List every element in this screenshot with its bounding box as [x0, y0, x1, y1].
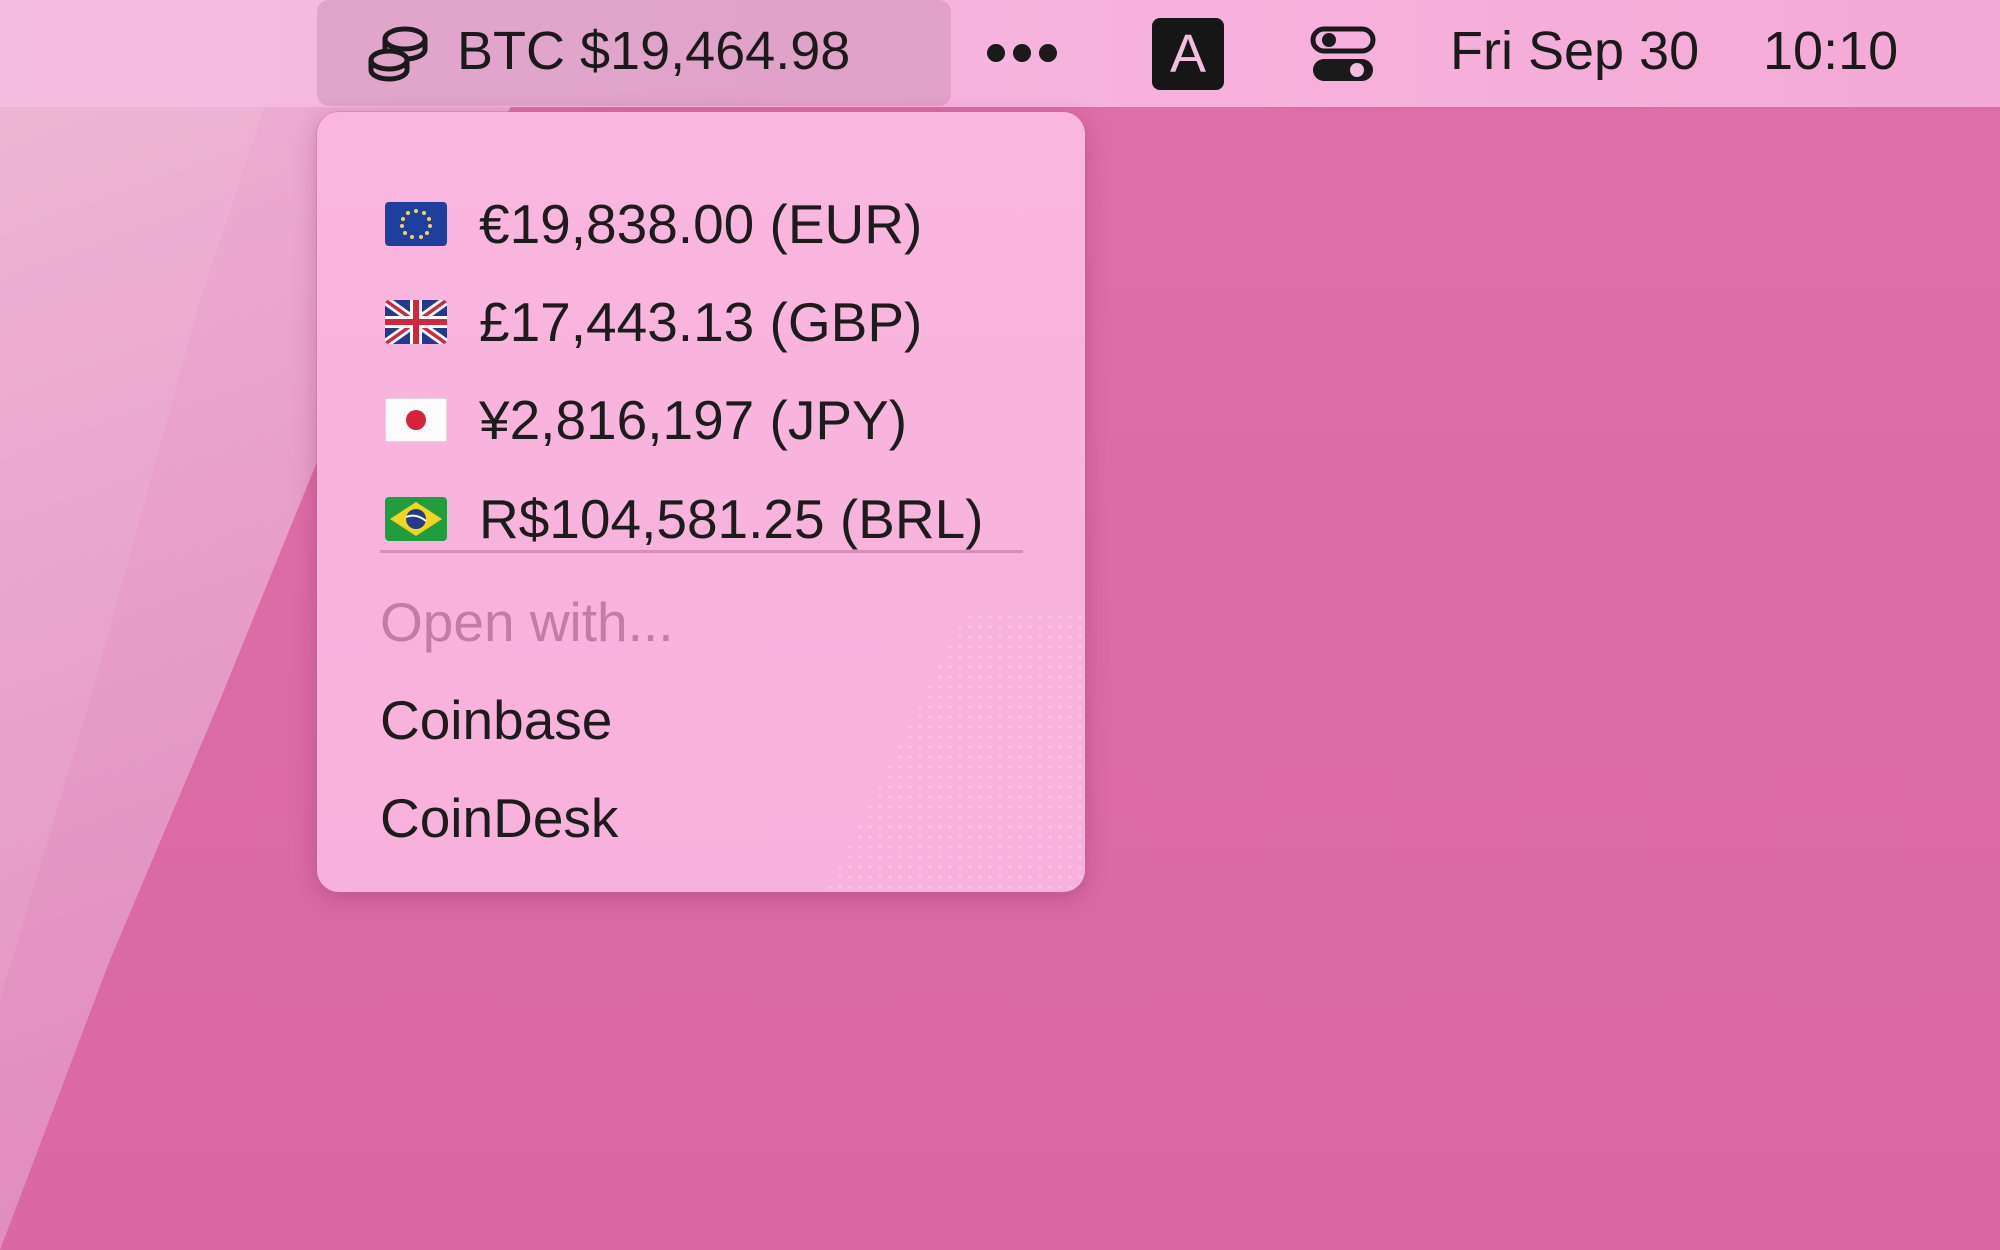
japan-flag-icon [385, 398, 447, 442]
eu-flag-icon [385, 202, 447, 246]
btc-dropdown-menu: €19,838.00 (EUR) £17,443.13 (GBP) ¥2,816… [317, 112, 1085, 892]
open-with-coinbase[interactable]: Coinbase [380, 688, 612, 752]
price-item-jpy[interactable]: ¥2,816,197 (JPY) [385, 380, 1075, 460]
btc-price-menu-item[interactable]: BTC $19,464.98 [317, 0, 951, 106]
uk-flag-icon [385, 300, 447, 344]
price-label-gbp: £17,443.13 (GBP) [479, 291, 923, 353]
price-item-gbp[interactable]: £17,443.13 (GBP) [385, 282, 1075, 362]
price-item-brl[interactable]: R$104,581.25 (BRL) [385, 479, 1075, 559]
price-label-eur: €19,838.00 (EUR) [479, 193, 923, 255]
open-with-coindesk[interactable]: CoinDesk [380, 786, 618, 850]
ellipsis-icon[interactable] [985, 40, 1059, 66]
price-label-jpy: ¥2,816,197 (JPY) [479, 389, 908, 451]
coins-icon [368, 26, 428, 82]
control-center-icon[interactable] [1310, 26, 1376, 84]
input-source-icon[interactable]: A [1152, 18, 1224, 90]
menubar-date[interactable]: Fri Sep 30 [1450, 18, 1699, 84]
menubar-time[interactable]: 10:10 [1763, 18, 1898, 84]
brazil-flag-icon [385, 497, 447, 541]
menu-bar: BTC $19,464.98 A Fri Sep 30 10:10 [0, 0, 2000, 107]
btc-price-label: BTC $19,464.98 [457, 21, 851, 81]
menu-separator [380, 550, 1023, 553]
price-item-eur[interactable]: €19,838.00 (EUR) [385, 184, 1075, 264]
menu-texture [825, 612, 1085, 892]
price-label-brl: R$104,581.25 (BRL) [479, 488, 984, 550]
open-with-header: Open with... [380, 591, 674, 653]
